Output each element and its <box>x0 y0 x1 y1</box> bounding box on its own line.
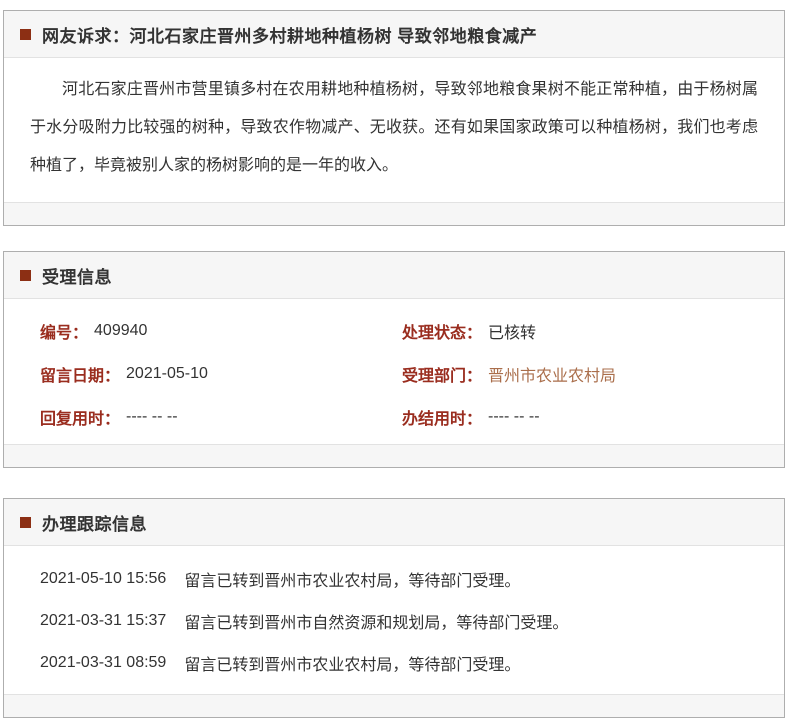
section-marker-icon <box>20 29 31 40</box>
tracking-title: 办理跟踪信息 <box>42 510 147 535</box>
tracking-entry-time: 2021-05-10 15:56 <box>40 570 166 588</box>
field-department-label: 受理部门： <box>402 362 482 386</box>
complaint-title: 网友诉求：河北石家庄晋州多村耕地种植杨树 导致邻地粮食减产 <box>42 22 537 47</box>
tracking-entry-text: 留言已转到晋州市农业农村局，等待部门受理。 <box>184 567 520 591</box>
acceptance-body: 编号： 409940 处理状态： 已核转 留言日期： 2021-05-10 受理… <box>4 299 784 444</box>
complaint-body: 河北石家庄晋州市营里镇多村在农用耕地种植杨树，导致邻地粮食果树不能正常种植，由于… <box>4 58 784 202</box>
field-message-date: 留言日期： 2021-05-10 <box>40 352 402 395</box>
field-reply-duration-value: ---- -- -- <box>126 408 178 426</box>
tracking-entry-time: 2021-03-31 08:59 <box>40 654 166 672</box>
field-number: 编号： 409940 <box>40 309 402 352</box>
acceptance-card: 受理信息 编号： 409940 处理状态： 已核转 留言日期： 2021-05-… <box>3 251 785 468</box>
tracking-card-header: 办理跟踪信息 <box>4 499 784 546</box>
field-reply-duration: 回复用时： ---- -- -- <box>40 395 402 438</box>
section-marker-icon <box>20 517 31 528</box>
acceptance-title: 受理信息 <box>42 263 112 288</box>
complaint-card-footer <box>4 202 784 225</box>
field-department-link[interactable]: 晋州市农业农村局 <box>488 362 616 386</box>
tracking-entry: 2021-03-31 15:37 留言已转到晋州市自然资源和规划局，等待部门受理… <box>40 600 764 642</box>
tracking-entry: 2021-03-31 08:59 留言已转到晋州市农业农村局，等待部门受理。 <box>40 642 764 684</box>
tracking-card: 办理跟踪信息 2021-05-10 15:56 留言已转到晋州市农业农村局，等待… <box>3 498 785 718</box>
field-status: 处理状态： 已核转 <box>402 309 764 352</box>
field-number-label: 编号： <box>40 319 88 343</box>
tracking-body: 2021-05-10 15:56 留言已转到晋州市农业农村局，等待部门受理。 2… <box>4 546 784 694</box>
complaint-text: 河北石家庄晋州市营里镇多村在农用耕地种植杨树，导致邻地粮食果树不能正常种植，由于… <box>30 71 758 185</box>
field-status-value: 已核转 <box>488 319 536 343</box>
field-completion-duration-value: ---- -- -- <box>488 408 540 426</box>
acceptance-card-footer <box>4 444 784 467</box>
field-reply-duration-label: 回复用时： <box>40 405 120 429</box>
field-message-date-label: 留言日期： <box>40 362 120 386</box>
complaint-card-header: 网友诉求：河北石家庄晋州多村耕地种植杨树 导致邻地粮食减产 <box>4 11 784 58</box>
complaint-card: 网友诉求：河北石家庄晋州多村耕地种植杨树 导致邻地粮食减产 河北石家庄晋州市营里… <box>3 10 785 226</box>
field-completion-duration: 办结用时： ---- -- -- <box>402 395 764 438</box>
tracking-entry-text: 留言已转到晋州市自然资源和规划局，等待部门受理。 <box>184 609 568 633</box>
acceptance-card-header: 受理信息 <box>4 252 784 299</box>
field-message-date-value: 2021-05-10 <box>126 365 208 383</box>
section-marker-icon <box>20 270 31 281</box>
field-number-value: 409940 <box>94 322 147 340</box>
field-status-label: 处理状态： <box>402 319 482 343</box>
tracking-entry: 2021-05-10 15:56 留言已转到晋州市农业农村局，等待部门受理。 <box>40 558 764 600</box>
tracking-entry-time: 2021-03-31 15:37 <box>40 612 166 630</box>
tracking-entry-text: 留言已转到晋州市农业农村局，等待部门受理。 <box>184 651 520 675</box>
page: { "colors": { "accent_label_red": "#9a2d… <box>0 0 789 706</box>
field-department: 受理部门： 晋州市农业农村局 <box>402 352 764 395</box>
field-completion-duration-label: 办结用时： <box>402 405 482 429</box>
